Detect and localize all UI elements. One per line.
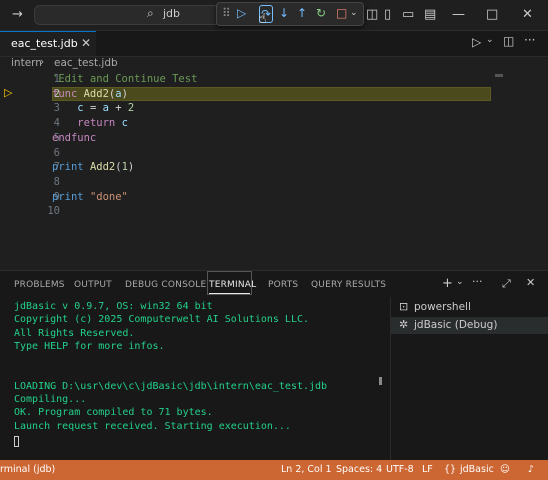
- breadcrumb-folder[interactable]: intern: [11, 57, 42, 69]
- code-text: c = a + 2: [77, 102, 135, 115]
- minimap[interactable]: [495, 74, 503, 77]
- status-terminal-name[interactable]: rminal (jdb): [0, 464, 55, 475]
- editor-tabs: eac_test.jdb ✕ ▷ ⌄ ◫ ···: [0, 31, 548, 57]
- status-indentation[interactable]: Spaces: 4: [336, 464, 382, 475]
- line-number: 6: [53, 146, 60, 159]
- debug-toolbar: ⠿ ▷ ↷ ↓ ↑ ↻ □ ⌄: [216, 2, 364, 26]
- toggle-sidebar-icon[interactable]: ◫: [366, 6, 378, 24]
- tab-eac-test[interactable]: eac_test.jdb ✕: [0, 31, 96, 56]
- tab-problems[interactable]: PROBLEMS: [14, 280, 65, 290]
- tab-ports[interactable]: PORTS: [268, 280, 298, 290]
- terminal-list: ⊡ powershell ✲ jdBasic (Debug): [390, 297, 548, 461]
- terminal-line: Copyright (c) 2025 Computerwelt AI Solut…: [14, 314, 310, 326]
- terminal-line: Compiling...: [14, 394, 87, 406]
- code-editor[interactable]: ▷ 1 'Edit and Continue Test 2 func Add2(a) 3…: [0, 72, 548, 268]
- status-language[interactable]: jdBasic: [460, 464, 494, 475]
- code-text: func Add2(a): [52, 87, 128, 100]
- search-icon: ⌕: [147, 6, 154, 20]
- terminal-item-jdbasic-debug[interactable]: ✲ jdBasic (Debug): [391, 317, 548, 334]
- code-line[interactable]: 9 print "done": [0, 190, 548, 205]
- code-line[interactable]: 10: [0, 204, 548, 219]
- close-icon[interactable]: ✕: [522, 6, 533, 24]
- chevron-down-icon[interactable]: ⌄: [456, 277, 464, 287]
- close-panel-icon[interactable]: ✕: [526, 276, 535, 289]
- continue-icon[interactable]: ▷: [237, 5, 246, 21]
- chevron-right-icon: ›: [40, 56, 45, 68]
- code-line[interactable]: 3 c = a + 2: [0, 101, 548, 116]
- line-number: 10: [47, 205, 60, 218]
- code-line[interactable]: 8: [0, 175, 548, 190]
- code-line[interactable]: 2 func Add2(a): [0, 87, 548, 102]
- braces-icon: {}: [444, 464, 457, 475]
- terminal-scrollbar[interactable]: [379, 377, 382, 385]
- split-editor-icon[interactable]: ◫: [503, 34, 514, 48]
- terminal-line: OK. Program compiled to 71 bytes.: [14, 407, 213, 419]
- chevron-down-icon[interactable]: ⌄: [350, 5, 358, 21]
- drag-handle-icon[interactable]: ⠿: [222, 5, 231, 21]
- toggle-secondary-sidebar-icon[interactable]: ▯: [384, 6, 391, 24]
- code-text: endfunc: [52, 131, 97, 144]
- terminal-line: Type HELP for more infos.: [14, 340, 165, 352]
- mouse-cursor-icon: ☝: [258, 11, 267, 27]
- arrow-right-icon[interactable]: →: [12, 6, 23, 24]
- chevron-down-icon[interactable]: ⌄: [486, 35, 494, 45]
- code-text: 'Edit and Continue Test: [52, 73, 198, 85]
- terminal-icon: ⊡: [399, 300, 409, 313]
- tab-query-results[interactable]: QUERY RESULTS: [311, 280, 386, 290]
- stop-icon[interactable]: □: [336, 5, 347, 21]
- run-icon[interactable]: ▷: [472, 35, 481, 49]
- status-eol[interactable]: LF: [422, 464, 433, 475]
- line-number: 8: [53, 175, 60, 188]
- tab-debug-console[interactable]: DEBUG CONSOLE: [125, 280, 206, 290]
- terminal-line: Launch request received. Starting execut…: [14, 420, 291, 432]
- close-tab-icon[interactable]: ✕: [81, 36, 91, 50]
- maximize-icon[interactable]: □: [486, 6, 498, 24]
- breadcrumb: intern › eac_test.jdb: [0, 56, 548, 72]
- active-tab-indicator: [209, 293, 250, 294]
- code-text: print Add2(1): [52, 161, 135, 174]
- maximize-panel-icon[interactable]: ⤢: [502, 277, 511, 291]
- restart-icon[interactable]: ↻: [316, 5, 326, 21]
- terminal-output[interactable]: jdBasic v 0.9.7, OS: win32 64 bit Copyrig…: [0, 299, 388, 461]
- code-line[interactable]: 6: [0, 146, 548, 161]
- terminal-line: jdBasic v 0.9.7, OS: win32 64 bit: [14, 301, 213, 312]
- bottom-panel: PROBLEMS OUTPUT DEBUG CONSOLE TERMINAL P…: [0, 270, 548, 461]
- notifications-icon[interactable]: ♪: [528, 464, 534, 475]
- breadcrumb-file[interactable]: eac_test.jdb: [54, 57, 118, 69]
- code-text: print "done": [52, 190, 128, 203]
- tab-terminal-focus: [207, 271, 252, 295]
- code-line[interactable]: 1 'Edit and Continue Test: [0, 72, 548, 87]
- copilot-icon[interactable]: ☺: [500, 464, 510, 475]
- code-line[interactable]: 5 endfunc: [0, 131, 548, 146]
- code-line[interactable]: 7 print Add2(1): [0, 160, 548, 175]
- status-bar: rminal (jdb) Ln 2, Col 1 Spaces: 4 UTF-8…: [0, 460, 548, 480]
- step-into-icon[interactable]: ↓: [279, 5, 289, 21]
- step-out-icon[interactable]: ↑: [297, 5, 307, 21]
- toggle-panel-icon[interactable]: ▭: [402, 6, 414, 24]
- code-line[interactable]: 4 return c: [0, 116, 548, 131]
- status-cursor-position[interactable]: Ln 2, Col 1: [281, 464, 332, 475]
- status-encoding[interactable]: UTF-8: [386, 464, 414, 475]
- terminal-line: LOADING D:\usr\dev\c\jdBasic\jdb\intern\…: [14, 380, 328, 392]
- more-actions-icon[interactable]: ···: [472, 275, 483, 288]
- customize-layout-icon[interactable]: ▤: [424, 6, 436, 24]
- debug-icon: ✲: [399, 318, 409, 331]
- more-actions-icon[interactable]: ···: [524, 33, 535, 47]
- title-bar: → ⌕ jdb ⠿ ▷ ↷ ↓ ↑ ↻ □ ⌄ ☝ ◫ ▯ ▭ ▤ — □ ✕: [0, 0, 548, 31]
- terminal-line: All Rights Reserved.: [14, 327, 135, 339]
- minimize-icon[interactable]: —: [452, 6, 465, 24]
- terminal-cursor: [14, 436, 19, 447]
- new-terminal-icon[interactable]: +: [442, 276, 453, 291]
- search-text: jdb: [163, 7, 181, 20]
- tab-output[interactable]: OUTPUT: [74, 280, 112, 290]
- tab-label: eac_test.jdb: [11, 37, 78, 50]
- code-text: return c: [77, 117, 128, 130]
- terminal-item-powershell[interactable]: ⊡ powershell: [391, 299, 548, 316]
